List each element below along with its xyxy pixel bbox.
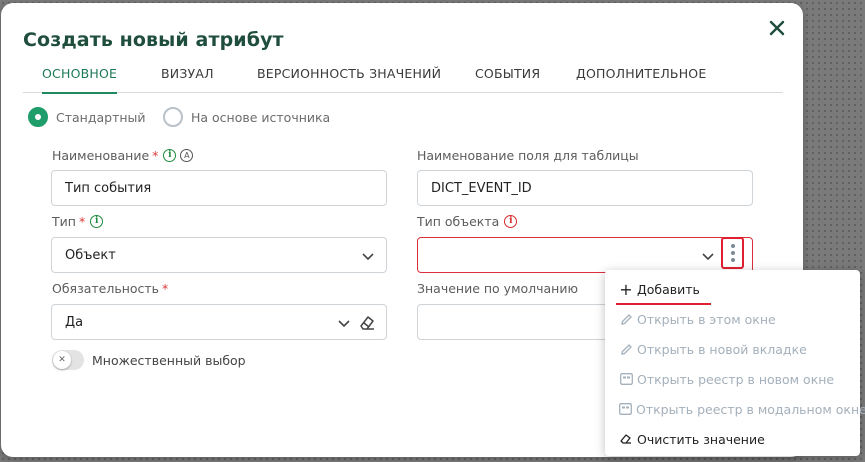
radio-standard[interactable]: Стандартный [28,106,146,128]
plus-icon: + [619,279,633,299]
mandatory-label-text: Обязательность [52,281,160,296]
table-field-label-text: Наименование поля для таблицы [417,148,639,163]
table-field-input[interactable]: DICT_EVENT_ID [417,170,753,206]
dot [730,258,735,262]
tab-value-versioning[interactable]: ВЕРСИОННОСТЬ ЗНАЧЕНИЙ [257,59,441,93]
menu-item-open-registry-modal[interactable]: Открыть реестр в модальном окне [605,394,865,424]
menu-item-add[interactable]: + Добавить [605,274,860,305]
translate-icon[interactable]: A [180,149,194,162]
type-label-text: Тип [52,214,76,229]
more-actions-button[interactable] [721,237,744,269]
tab-visual[interactable]: ВИЗУАЛ [161,59,214,93]
radio-source-based-indicator[interactable] [163,107,183,127]
required-marker: * [78,214,86,229]
object-type-label-text: Тип объекта [417,214,500,229]
object-type-select[interactable] [417,237,753,273]
close-button[interactable] [766,17,788,39]
menu-item-label: Очистить значение [637,431,765,447]
radio-source-based-label: На основе источника [191,109,331,125]
menu-item-label: Открыть реестр в модальном окне [636,401,865,417]
radio-standard-label: Стандартный [56,109,146,125]
registry-icon [619,372,633,386]
menu-item-clear-value[interactable]: Очистить значение [605,424,860,454]
dot [730,251,735,255]
menu-item-open-new-tab[interactable]: Открыть в новой вкладке [605,334,860,364]
eraser-icon [619,432,633,446]
object-type-field-label: Тип объекта i [417,214,518,229]
tab-bar: ОСНОВНОЕ ВИЗУАЛ ВЕРСИОННОСТЬ ЗНАЧЕНИЙ СО… [23,59,783,94]
multi-select-toggle[interactable]: ✕ [52,350,84,370]
menu-item-label: Открыть реестр в новом окне [637,371,835,387]
mandatory-select-value: Да [65,314,84,330]
registry-icon [619,402,632,416]
default-value-label-text: Значение по умолчанию [417,281,579,296]
dialog-title: Создать новый атрибут [23,29,284,51]
error-info-icon[interactable]: i [504,215,518,228]
chevron-down-icon[interactable] [701,249,715,263]
tab-basic[interactable]: ОСНОВНОЕ [42,59,118,94]
name-field-label: Наименование * i A [52,148,194,163]
type-select-value: Объект [65,247,116,263]
table-field-label: Наименование поля для таблицы [417,148,639,163]
table-field-input-value: DICT_EVENT_ID [431,180,532,196]
name-input-value: Тип события [65,180,152,196]
menu-item-label: Добавить [637,281,700,297]
chevron-down-icon[interactable] [337,316,351,330]
pencil-icon [619,312,633,326]
mandatory-select[interactable]: Да [51,304,387,340]
context-menu: + Добавить Открыть в этом окне Открыть в… [605,270,865,456]
multi-select-label: Множественный выбор [92,352,246,368]
radio-source-based[interactable]: На основе источника [163,106,330,128]
close-icon [769,20,785,36]
required-marker: * [152,148,159,163]
name-label-text: Наименование [52,148,150,163]
tab-events[interactable]: СОБЫТИЯ [475,59,540,93]
multi-select-toggle-row: ✕ Множественный выбор [52,350,246,370]
dot [730,244,735,248]
mandatory-field-label: Обязательность * [52,281,168,296]
menu-item-open-here[interactable]: Открыть в этом окне [605,304,860,334]
tab-additional[interactable]: ДОПОЛНИТЕЛЬНОЕ [576,59,706,93]
required-marker: * [162,281,169,296]
radio-standard-indicator[interactable] [28,107,48,127]
pencil-icon [619,342,633,356]
type-field-label: Тип * i [52,214,104,229]
menu-item-open-registry-new-window[interactable]: Открыть реестр в новом окне [605,364,860,394]
info-icon[interactable]: i [163,149,177,162]
menu-item-label: Открыть в этом окне [637,311,776,327]
eraser-icon[interactable] [358,314,376,332]
type-select[interactable]: Объект [51,237,387,273]
toggle-knob: ✕ [53,351,71,369]
info-icon[interactable]: i [90,215,104,228]
default-value-field-label: Значение по умолчанию [417,281,578,296]
menu-item-label: Открыть в новой вкладке [637,341,807,357]
chevron-down-icon[interactable] [361,249,375,263]
name-input[interactable]: Тип события [51,170,387,206]
